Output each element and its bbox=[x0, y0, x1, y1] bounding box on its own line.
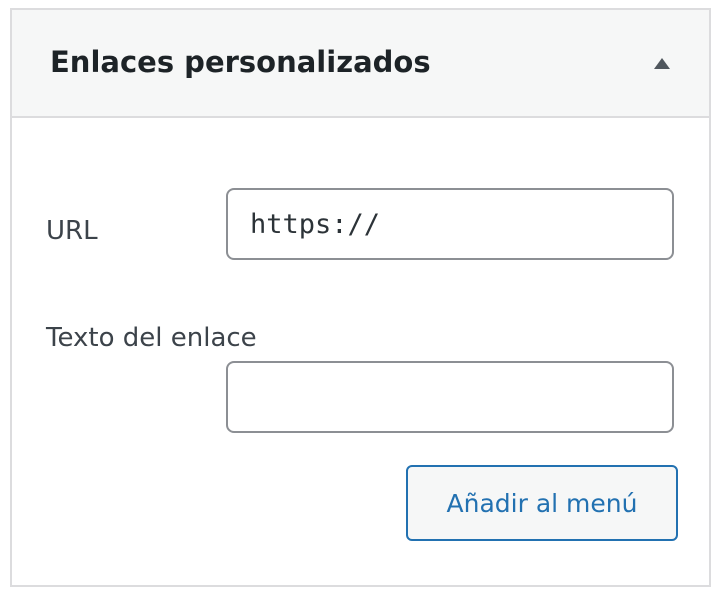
url-input[interactable] bbox=[226, 188, 674, 260]
link-text-label: Texto del enlace bbox=[46, 323, 257, 353]
triangle-up-icon[interactable] bbox=[651, 53, 673, 75]
add-to-menu-button[interactable]: Añadir al menú bbox=[406, 465, 678, 541]
url-label: URL bbox=[46, 216, 98, 246]
link-text-input[interactable] bbox=[226, 361, 674, 433]
panel-header[interactable]: Enlaces personalizados bbox=[12, 10, 709, 118]
custom-links-panel: Enlaces personalizados URL Texto del enl… bbox=[10, 8, 711, 587]
panel-title: Enlaces personalizados bbox=[50, 45, 431, 79]
